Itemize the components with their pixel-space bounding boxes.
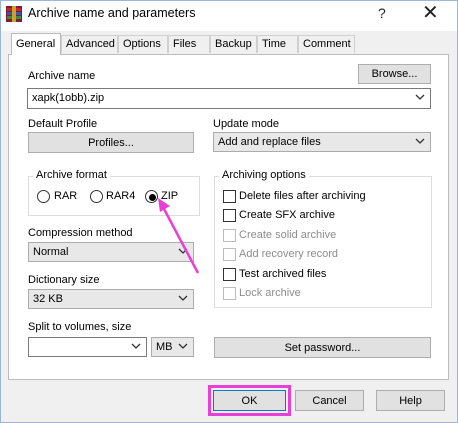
dictionary-size-label: Dictionary size (28, 274, 100, 286)
ok-button[interactable]: OK (213, 390, 286, 411)
chevron-down-icon (178, 295, 188, 301)
help-button[interactable]: Help (376, 390, 445, 411)
archiving-options-title: Archiving options (219, 169, 309, 181)
browse-button[interactable]: Browse... (358, 64, 431, 84)
radio-zip-label: ZIP (161, 190, 179, 202)
checkbox-create-sfx[interactable] (223, 209, 236, 222)
help-icon[interactable]: ? (378, 5, 386, 21)
radio-zip[interactable] (145, 190, 158, 203)
update-mode-label: Update mode (213, 118, 280, 130)
radio-rar4[interactable] (90, 190, 103, 203)
close-icon[interactable]: ✕ (422, 2, 439, 24)
checkbox-test-archived[interactable] (223, 268, 236, 281)
chevron-down-icon[interactable] (415, 93, 425, 101)
tab-time[interactable]: Time (257, 35, 298, 53)
split-unit-select[interactable]: MB (151, 337, 194, 357)
archive-name-label: Archive name (28, 70, 96, 82)
winrar-app-icon (6, 6, 22, 22)
split-volumes-input[interactable] (28, 337, 147, 357)
chevron-down-icon (178, 343, 188, 349)
checkbox-test-archived-label: Test archived files (239, 268, 327, 280)
set-password-button[interactable]: Set password... (214, 337, 431, 358)
radio-rar4-label: RAR4 (106, 190, 136, 202)
update-mode-value: Add and replace files (218, 136, 321, 148)
update-mode-select[interactable]: Add and replace files (213, 132, 431, 152)
split-unit-value: MB (156, 341, 173, 353)
tab-files[interactable]: Files (168, 35, 210, 53)
compression-method-value: Normal (33, 246, 69, 258)
checkbox-delete-files[interactable] (223, 190, 236, 203)
radio-zip-selected-dot (149, 194, 156, 201)
tab-advanced[interactable]: Advanced (61, 35, 118, 53)
compression-method-label: Compression method (28, 227, 133, 239)
split-volumes-label: Split to volumes, size (28, 321, 132, 333)
cancel-button[interactable]: Cancel (295, 390, 364, 411)
checkbox-create-solid (223, 229, 236, 242)
checkbox-lock-archive-label: Lock archive (239, 287, 301, 299)
checkbox-delete-files-label: Delete files after archiving (239, 190, 366, 202)
chevron-down-icon (131, 343, 141, 349)
radio-rar[interactable] (37, 190, 50, 203)
default-profile-label: Default Profile (28, 118, 98, 130)
window-title: Archive name and parameters (28, 6, 196, 20)
checkbox-add-recovery-label: Add recovery record (239, 248, 339, 260)
radio-rar-label: RAR (54, 190, 78, 202)
chevron-down-icon (178, 248, 188, 254)
tab-backup[interactable]: Backup (210, 35, 257, 53)
archive-format-title: Archive format (33, 169, 110, 181)
archive-name-value: xapk(1obb).zip (32, 92, 105, 104)
dictionary-size-select[interactable]: 32 KB (28, 289, 194, 309)
checkbox-create-solid-label: Create solid archive (239, 229, 337, 241)
checkbox-add-recovery (223, 248, 236, 261)
compression-method-select[interactable]: Normal (28, 242, 194, 262)
dictionary-size-value: 32 KB (33, 293, 63, 305)
tab-options[interactable]: Options (118, 35, 168, 53)
checkbox-lock-archive (223, 287, 236, 300)
archive-name-input[interactable]: xapk(1obb).zip (27, 88, 431, 109)
tab-comment[interactable]: Comment (298, 35, 355, 53)
chevron-down-icon (415, 138, 425, 144)
profiles-button[interactable]: Profiles... (28, 132, 194, 153)
checkbox-create-sfx-label: Create SFX archive (239, 209, 335, 221)
tab-general[interactable]: General (11, 33, 61, 55)
